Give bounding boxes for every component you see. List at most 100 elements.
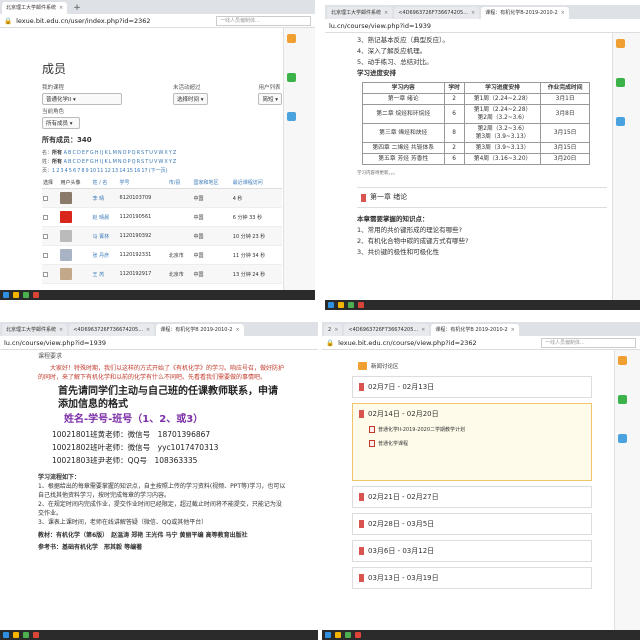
letter-filter[interactable]: M (113, 150, 117, 156)
page-link[interactable]: 6 (73, 168, 76, 174)
close-icon[interactable]: × (334, 327, 338, 333)
browser-tab[interactable]: 课程：有机化学B 2019-2010-2 × (431, 324, 519, 336)
member-name[interactable]: 马 菁林 (91, 226, 119, 246)
close-icon[interactable]: × (471, 10, 475, 16)
week-section[interactable]: 03月13日 - 03月19日 (352, 567, 592, 589)
letter-filter[interactable]: Y (169, 159, 172, 165)
folder-icon[interactable] (13, 632, 19, 638)
letter-filter[interactable]: H (95, 159, 99, 165)
browser-icon[interactable] (33, 292, 39, 298)
letter-filter[interactable]: V (154, 150, 157, 156)
start-icon[interactable] (3, 292, 9, 298)
letter-filter[interactable]: Q (132, 150, 136, 156)
week-section[interactable]: 02月7日 - 02月13日 (352, 376, 592, 398)
letter-filter[interactable]: M (113, 159, 117, 165)
course-select[interactable]: 普通化学II ▾ (42, 93, 122, 105)
letter-filter[interactable]: W (158, 150, 163, 156)
page-link[interactable]: 4 (65, 168, 68, 174)
close-icon[interactable]: × (511, 327, 515, 333)
letter-filter[interactable]: X (164, 159, 167, 165)
url-field[interactable]: lu.cn/course/view.php?id=1939 (329, 22, 636, 30)
page-link[interactable]: 5 (69, 168, 72, 174)
member-name[interactable]: 赵 晴晨 (91, 207, 119, 227)
close-icon[interactable]: × (561, 10, 565, 16)
member-name[interactable]: 王 芮 (91, 264, 119, 284)
url-field[interactable]: lu.cn/course/view.php?id=1939 (4, 339, 314, 347)
search-input[interactable]: 一线人员偏制体... (216, 15, 311, 26)
page-link[interactable]: 15 (127, 168, 133, 174)
member-name[interactable]: 张 丹彦 (91, 245, 119, 265)
browser-icon[interactable] (358, 302, 364, 308)
letter-filter[interactable]: S (141, 159, 144, 165)
avatar[interactable] (60, 230, 73, 242)
page-link[interactable]: 14 (119, 168, 125, 174)
letter-filter[interactable]: G (90, 150, 94, 156)
browser-tab[interactable]: <4D6963726F736674205... × (344, 324, 430, 336)
start-icon[interactable] (328, 302, 334, 308)
letter-filter[interactable]: N (118, 150, 122, 156)
letter-filter[interactable]: Y (169, 150, 172, 156)
letter-filter[interactable]: L (109, 150, 112, 156)
new-tab-icon[interactable]: + (69, 2, 85, 14)
folder-icon[interactable] (13, 292, 19, 298)
folder-icon[interactable] (335, 632, 341, 638)
wechat-icon[interactable] (345, 632, 351, 638)
page-link[interactable]: 8 (81, 168, 84, 174)
chapter-heading[interactable]: 第一章 绪论 (357, 187, 607, 208)
row-checkbox[interactable] (43, 271, 48, 277)
column-header[interactable]: 学号 (118, 177, 168, 189)
browser-tab[interactable]: 2 × (324, 324, 343, 336)
letter-filter[interactable]: E (82, 150, 85, 156)
letter-filter[interactable]: D (77, 159, 81, 165)
inactive-select[interactable]: 选择时间 ▾ (172, 93, 208, 105)
close-icon[interactable]: × (384, 10, 388, 16)
letter-filter[interactable]: T (145, 150, 148, 156)
page-link[interactable]: 9 (86, 168, 89, 174)
letter-filter[interactable]: U (149, 150, 153, 156)
news-forum-link[interactable]: 新闻讨论区 (358, 362, 592, 370)
page-link[interactable]: 12 (104, 168, 110, 174)
close-icon[interactable]: × (146, 327, 150, 333)
letter-filter[interactable]: E (82, 159, 85, 165)
browser-tab[interactable]: 课程：有机化学B 2019-2010-2 × (156, 324, 244, 336)
page-link[interactable]: 3 (60, 168, 63, 174)
letter-filter[interactable]: J (102, 159, 103, 165)
avatar[interactable] (60, 268, 73, 280)
url-field[interactable]: lexue.bit.edu.cn/user/index.php?id=2362 (16, 17, 216, 25)
search-input[interactable]: 一线人员偏制体... (541, 337, 636, 348)
letter-filter[interactable]: Z (173, 150, 176, 156)
letter-filter[interactable]: G (90, 159, 94, 165)
week-section[interactable]: 02月28日 - 03月5日 (352, 513, 592, 535)
week-header[interactable]: 02月14日 - 02月20日 (359, 409, 439, 419)
resource-link[interactable]: 普通化学课程 (369, 440, 408, 447)
role-select[interactable]: 所有成员 ▾ (42, 117, 80, 129)
start-icon[interactable] (3, 632, 9, 638)
column-header[interactable]: 用户头像 (59, 177, 92, 189)
letter-filter[interactable]: X (164, 150, 167, 156)
letter-filter[interactable]: K (105, 159, 108, 165)
letter-filter[interactable]: I (100, 150, 101, 156)
letter-filter[interactable]: L (109, 159, 112, 165)
letter-filter[interactable]: D (77, 150, 81, 156)
column-header[interactable]: 国家和地区 (192, 177, 232, 189)
avatar[interactable] (60, 211, 73, 223)
browser-tab[interactable]: 北京理工大学邮件系统 × (327, 7, 393, 19)
page-link[interactable]: 2 (56, 168, 59, 174)
row-checkbox[interactable] (43, 233, 48, 239)
letter-filter[interactable]: A (64, 159, 67, 165)
page-link[interactable]: 17 (141, 168, 147, 174)
close-icon[interactable]: × (235, 327, 239, 333)
letter-filter[interactable]: A (64, 150, 67, 156)
start-icon[interactable] (325, 632, 331, 638)
browser-icon[interactable] (33, 632, 39, 638)
browser-tab[interactable]: <4D6963726F736674205... × (394, 7, 480, 19)
page-link[interactable]: 16 (134, 168, 140, 174)
wechat-icon[interactable] (348, 302, 354, 308)
column-header[interactable]: 市/县 (167, 177, 193, 189)
column-header[interactable]: 姓 / 名 (91, 177, 119, 189)
letter-filter[interactable]: C (72, 150, 76, 156)
letter-filter[interactable]: K (105, 150, 108, 156)
close-icon[interactable]: × (59, 327, 63, 333)
column-header[interactable]: 选择 (42, 177, 60, 189)
row-checkbox[interactable] (43, 195, 48, 201)
